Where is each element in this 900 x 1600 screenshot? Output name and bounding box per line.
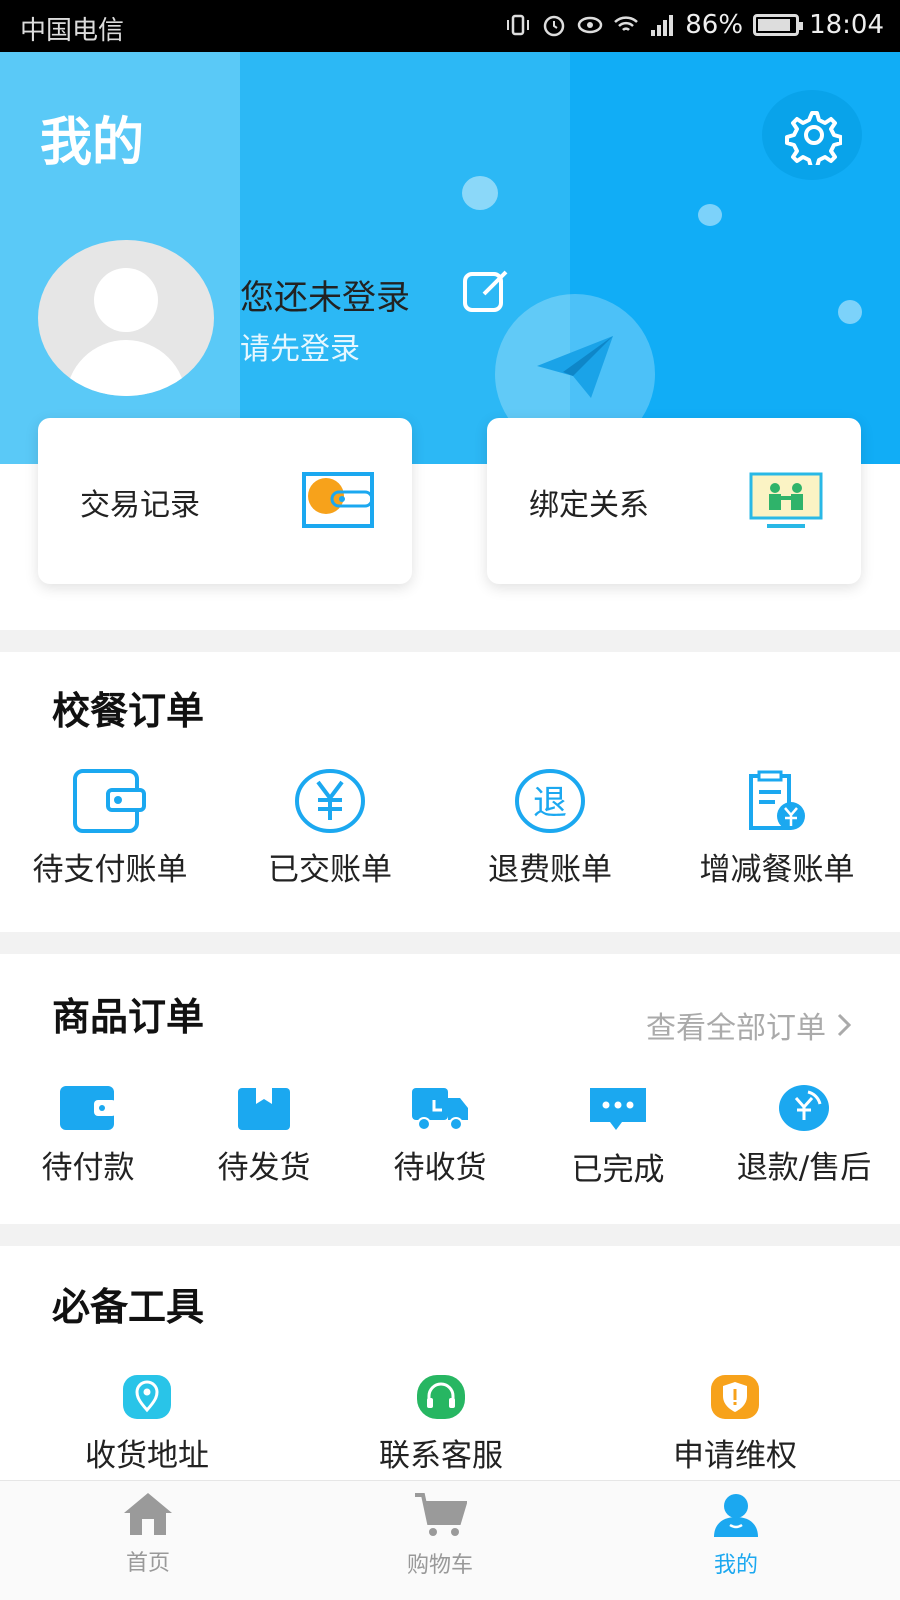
login-name[interactable]: 您还未登录 xyxy=(240,270,410,319)
refund-bills[interactable]: 退 退费账单 xyxy=(452,768,648,889)
location-pin-icon xyxy=(123,1375,171,1419)
battery-icon xyxy=(753,14,804,36)
grid-label: 收货地址 xyxy=(85,1438,209,1474)
grid-label: 已完成 xyxy=(571,1152,665,1188)
tab-mine[interactable]: 我的 xyxy=(666,1491,806,1579)
section-divider xyxy=(0,1224,900,1246)
chevron-right-icon xyxy=(837,1013,852,1037)
grid-label: 已交账单 xyxy=(268,852,392,888)
order-completed[interactable]: 已完成 xyxy=(538,1084,698,1189)
order-pending-receipt[interactable]: 待收货 xyxy=(360,1084,520,1187)
section-divider xyxy=(0,630,900,652)
view-all-orders-link[interactable]: 查看全部订单 xyxy=(646,1003,852,1047)
grid-label: 待收货 xyxy=(393,1150,487,1186)
tab-label: 购物车 xyxy=(406,1553,473,1578)
card-label: 绑定关系 xyxy=(529,488,649,523)
grid-label: 待支付账单 xyxy=(32,852,188,888)
view-all-label: 查看全部订单 xyxy=(646,1011,826,1046)
family-board-icon xyxy=(749,472,823,528)
box-icon xyxy=(238,1088,290,1130)
tab-label: 首页 xyxy=(125,1551,170,1576)
refund-icon xyxy=(779,1085,829,1131)
chat-bubble-icon xyxy=(590,1088,646,1130)
grid-label: 联系客服 xyxy=(379,1438,503,1474)
refund-circle-icon: 退 xyxy=(515,769,585,833)
signal-icon xyxy=(651,15,674,36)
grid-label: 退款/售后 xyxy=(736,1150,872,1186)
tab-home[interactable]: 首页 xyxy=(78,1491,218,1577)
page-title: 我的 xyxy=(40,113,145,173)
vibrate-icon xyxy=(507,14,530,36)
tool-shipping-address[interactable]: 收货地址 xyxy=(52,1374,242,1475)
transaction-records-card[interactable]: 交易记录 xyxy=(38,418,412,584)
user-icon xyxy=(714,1494,758,1537)
tab-cart[interactable]: 购物车 xyxy=(370,1491,510,1579)
paid-bills[interactable]: 已交账单 xyxy=(232,768,428,889)
grid-label: 待付款 xyxy=(41,1150,135,1186)
status-bar: 中国电信 86% 18:04 xyxy=(0,0,900,52)
order-pending-shipment[interactable]: 待发货 xyxy=(184,1084,344,1187)
wifi-icon xyxy=(614,16,639,31)
tool-customer-service[interactable]: 联系客服 xyxy=(346,1374,536,1475)
home-icon xyxy=(124,1493,172,1535)
meal-change-bills[interactable]: 增减餐账单 xyxy=(672,768,882,889)
section-divider xyxy=(0,932,900,954)
wallet-icon xyxy=(73,769,146,833)
grid-label: 退费账单 xyxy=(488,852,612,888)
grid-label: 增减餐账单 xyxy=(699,852,855,888)
meal-orders-title: 校餐订单 xyxy=(52,689,205,733)
edit-icon[interactable] xyxy=(462,268,510,318)
tools-title: 必备工具 xyxy=(52,1285,205,1329)
tab-label: 我的 xyxy=(713,1553,758,1578)
grid-label: 申请维权 xyxy=(673,1438,797,1474)
pending-payment-bills[interactable]: 待支付账单 xyxy=(12,768,208,889)
order-pending-payment[interactable]: 待付款 xyxy=(8,1084,168,1187)
shield-icon xyxy=(711,1375,759,1419)
binding-relations-card[interactable]: 绑定关系 xyxy=(487,418,861,584)
wallet-card-icon xyxy=(302,472,374,528)
order-refund-aftersales[interactable]: 退款/售后 xyxy=(714,1084,894,1187)
yuan-circle-icon xyxy=(295,769,365,833)
tool-file-complaint[interactable]: 申请维权 xyxy=(640,1374,830,1475)
headset-icon xyxy=(417,1375,465,1419)
truck-icon xyxy=(412,1088,468,1131)
alarm-icon xyxy=(544,15,565,37)
wallet-icon xyxy=(60,1086,116,1130)
bill-yuan-icon xyxy=(749,770,805,830)
svg-text:退: 退 xyxy=(533,783,567,823)
gear-icon xyxy=(785,111,842,165)
eye-icon xyxy=(578,16,603,34)
card-label: 交易记录 xyxy=(80,488,200,523)
settings-button[interactable] xyxy=(762,90,862,180)
carrier-label: 中国电信 xyxy=(20,16,125,46)
bottom-tab-bar: 首页 购物车 我的 xyxy=(0,1480,900,1600)
grid-label: 待发货 xyxy=(217,1150,311,1186)
product-orders-title: 商品订单 xyxy=(52,995,205,1039)
status-icons: 86% 18:04 xyxy=(505,10,884,40)
avatar[interactable] xyxy=(38,240,214,396)
login-hint[interactable]: 请先登录 xyxy=(240,324,360,368)
battery-percent: 86% xyxy=(685,10,744,40)
clock: 18:04 xyxy=(809,10,884,40)
cart-icon xyxy=(415,1493,468,1536)
